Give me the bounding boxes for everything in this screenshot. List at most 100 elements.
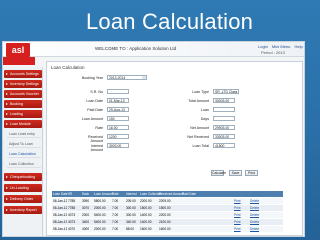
table-cell: 5800.00 (94, 199, 106, 203)
form-input[interactable]: 2013-2014 (107, 75, 147, 80)
sidebar-item[interactable]: Accounts Voucher (4, 90, 42, 98)
table-cell: 2100.00 (159, 220, 171, 224)
table-header-cell: Received Amount (159, 192, 184, 196)
print-link[interactable]: Print (234, 219, 241, 225)
print-link[interactable]: Print (234, 205, 241, 211)
sidebar-item-label: Delivery Order (10, 197, 34, 201)
sidebar-subitem[interactable]: Loan Collection (7, 160, 41, 168)
main-panel: Loan Calculation Booking Year 2013-2014 S.… (46, 61, 303, 236)
sidebar-subitem[interactable]: Adjust To Loan (7, 140, 41, 148)
form-input[interactable]: 41800 (213, 143, 235, 148)
delete-link[interactable]: Delete (250, 205, 259, 211)
table-row: 06-Jan-12 7788 3070 2000.00 7.00 300.00 1500.0… (52, 205, 283, 211)
table-cell: 7788 (68, 199, 76, 203)
print-link[interactable]: Print (234, 212, 241, 218)
chevron-right-icon (5, 197, 8, 200)
sidebar-item[interactable]: Loan Module (4, 120, 42, 128)
sidebar-item[interactable]: Delivery Order (4, 195, 42, 203)
table-cell: 4000 (82, 227, 90, 231)
table-cell: 5400.00 (94, 213, 106, 217)
delete-link[interactable]: Delete (250, 198, 259, 204)
period-text: Period : 2013 (261, 50, 285, 55)
table-cell: 5400.00 (94, 220, 106, 224)
chevron-right-icon (5, 122, 8, 125)
form-input[interactable]: 150 (107, 116, 129, 121)
sidebar-item-label: Booking (10, 102, 23, 106)
table-cell: 88.00 (126, 227, 134, 231)
table-cell: 4073 (68, 213, 76, 217)
table-header-cell: SR (68, 192, 73, 196)
print-link[interactable]: Print (234, 226, 241, 232)
form-label: Loan (201, 108, 209, 112)
chevron-right-icon (5, 186, 8, 189)
table-cell: 7.00 (112, 227, 119, 231)
sidebar-item[interactable]: Loading (4, 110, 42, 118)
app-header: asl WELCOME TO : Application Solution Lt… (3, 42, 304, 57)
table-cell: 2209.00 (159, 199, 171, 203)
table-cell: 08-Jan-13 (53, 213, 68, 217)
chevron-right-icon (5, 92, 8, 95)
form-input[interactable]: 1200 (107, 134, 129, 139)
form-label: Loan Type (192, 90, 209, 94)
table-cell: 1400.00 (140, 213, 152, 217)
form-input[interactable] (107, 89, 129, 94)
table-cell: 1500.00 (140, 206, 152, 210)
table-cell: 7.00 (112, 206, 119, 210)
form-input[interactable]: 30003.00 (213, 98, 235, 103)
form-input[interactable] (213, 116, 235, 121)
form-input[interactable]: 01-Mar-13 (107, 98, 129, 103)
help-link[interactable]: Help (295, 44, 303, 49)
delete-link[interactable]: Delete (250, 219, 259, 225)
calculate-button[interactable]: Calculate (211, 170, 226, 176)
form-label: Days (200, 117, 209, 121)
sidebar-item[interactable]: Inventory Settings (4, 80, 42, 88)
form-label: Paid Date (87, 108, 103, 112)
form-input[interactable]: 29903.00 (213, 125, 235, 130)
chevron-right-icon (5, 112, 8, 115)
table-cell: 2000.00 (94, 206, 106, 210)
form-input[interactable]: 3003.00 (107, 143, 129, 148)
table-cell: 4073 (68, 220, 76, 224)
form-input[interactable] (213, 107, 235, 112)
sidebar-item[interactable]: Chequebooking (4, 173, 42, 181)
chevron-right-icon (5, 175, 8, 178)
table-cell: 1400.00 (140, 220, 152, 224)
form-input[interactable]: 29-Aug-13 (107, 107, 129, 112)
sidebar-item-label: Accounts Voucher (10, 92, 39, 96)
sidebar-item-label: Inventory Settings (10, 82, 39, 86)
table-cell: 4070 (68, 227, 76, 231)
sidebar-item[interactable]: Accounts Settings (4, 70, 42, 78)
form-label: Loan Amount (81, 117, 103, 121)
print-link[interactable]: Print (234, 198, 241, 204)
table-cell: 7.00 (112, 199, 119, 203)
table-header-cell: Rate (112, 192, 119, 196)
application-screenshot: asl WELCOME TO : Application Solution Lt… (2, 41, 305, 237)
print-button[interactable]: Print (245, 170, 258, 176)
table-cell: 2000.00 (94, 227, 106, 231)
sidebar-item[interactable]: Booking (4, 100, 42, 108)
form-input[interactable]: SR -LTD Class (213, 89, 239, 94)
chevron-right-icon (5, 102, 8, 105)
table-cell: 06-Jan-12 (53, 206, 68, 210)
sidebar-item[interactable]: Inventory Report (4, 206, 42, 214)
form-input[interactable]: 33003.00 (213, 134, 235, 139)
delete-link[interactable]: Delete (250, 226, 259, 232)
form-label: Rate (95, 126, 103, 130)
delete-link[interactable]: Delete (250, 212, 259, 218)
table-cell: 3070 (82, 206, 90, 210)
sidebar-item[interactable]: Un-Loading (4, 184, 42, 192)
sidebar-item-label: Loan Module (10, 122, 31, 126)
sidebar-subitem[interactable]: Loan Calculation (7, 150, 41, 158)
login-link[interactable]: Login (258, 44, 268, 49)
form-label: Net Received (187, 135, 209, 139)
form-label: Loan Date (86, 99, 103, 103)
table-cell: 2200.00 (159, 213, 171, 217)
mini-menu-link[interactable]: Mini Menu (272, 44, 290, 49)
sidebar-subitem[interactable]: Loan Lead entry (7, 130, 41, 138)
form-input[interactable]: 16.00 (107, 125, 129, 130)
sidebar-item-label: Loading (10, 112, 23, 116)
table-row: 08-Jan-13 4073 3400 5400.00 7.00 340.00 1400.0… (52, 219, 283, 225)
table-row: 08-Jan-13 4073 2000 5400.00 7.00 300.00 1400.0… (52, 212, 283, 218)
save-button[interactable]: Save (229, 170, 242, 176)
table-cell: 3090 (82, 199, 90, 203)
